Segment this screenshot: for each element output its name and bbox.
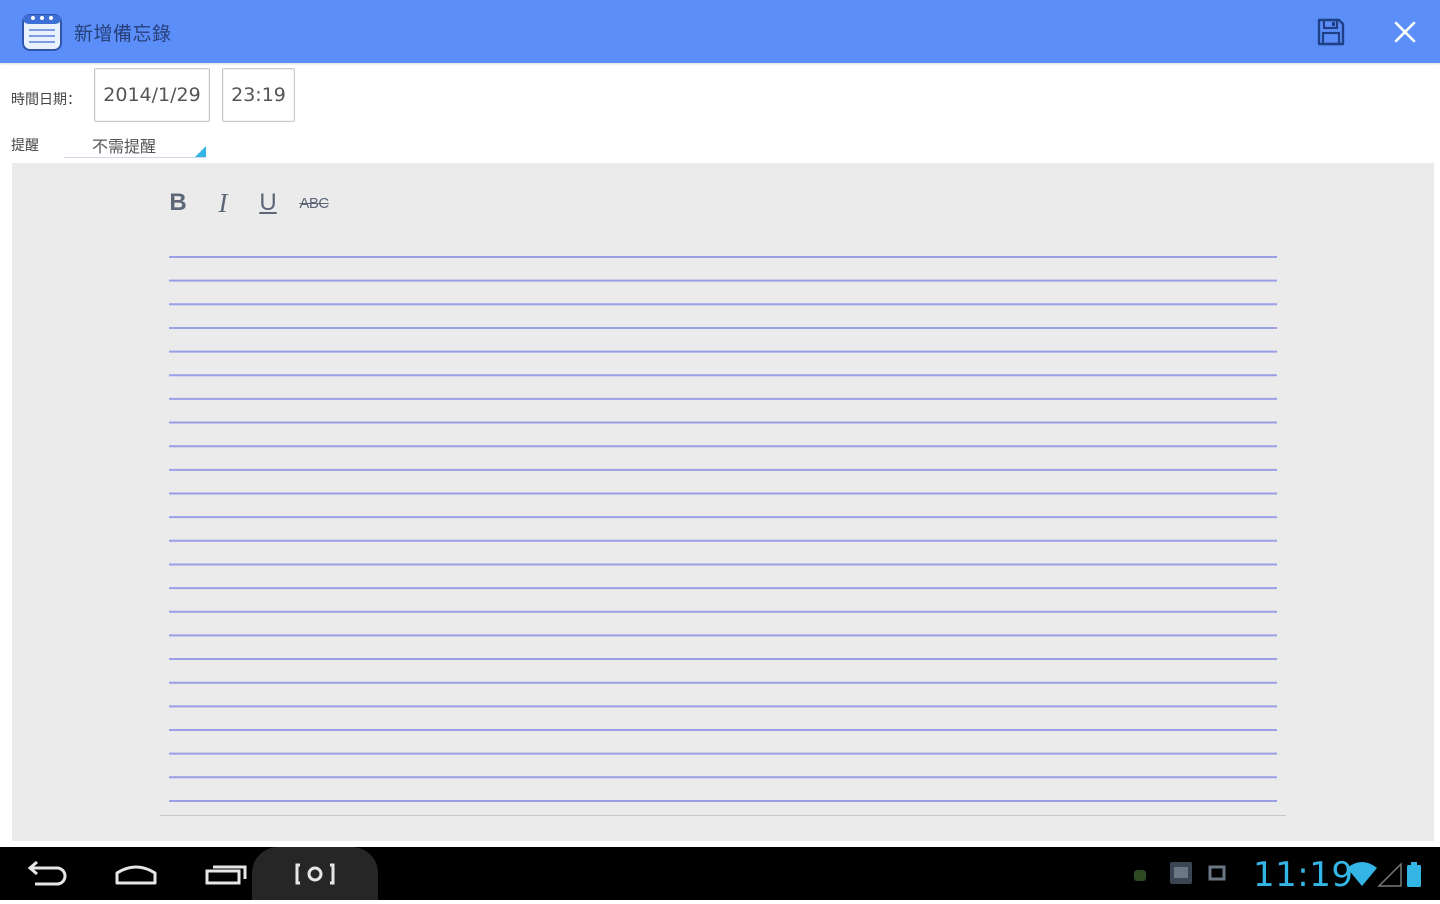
android-icon: [1134, 870, 1146, 881]
italic-button[interactable]: I: [208, 185, 238, 221]
ruled-lines: [169, 256, 1277, 802]
connectivity-icons: [1347, 862, 1421, 887]
time-value: 23:19: [231, 84, 286, 106]
screenshot-button[interactable]: [252, 847, 378, 900]
strikethrough-button[interactable]: ABC: [294, 185, 334, 221]
battery-icon: [1407, 862, 1421, 887]
date-picker-button[interactable]: 2014/1/29: [94, 68, 210, 122]
action-bar: 新增備忘錄: [0, 0, 1440, 63]
close-icon: [1394, 21, 1416, 43]
reminder-selected-value: 不需提醒: [92, 137, 157, 156]
signal-icon: [1377, 862, 1402, 887]
wifi-icon: [1347, 862, 1377, 886]
screenshot-icon: [295, 863, 335, 884]
save-button[interactable]: [1314, 15, 1348, 49]
recent-apps-icon: [205, 865, 247, 884]
reminder-spinner[interactable]: 不需提醒: [64, 128, 206, 158]
home-icon: [115, 865, 157, 884]
home-button[interactable]: [106, 847, 166, 900]
status-clock: 11:19: [1253, 855, 1354, 895]
notepad-icon: [22, 12, 62, 52]
photo-icon: [1170, 862, 1192, 884]
storage-icon: [1208, 865, 1226, 881]
close-button[interactable]: [1388, 15, 1422, 49]
status-icons: [1128, 847, 1252, 900]
bold-button[interactable]: B: [162, 185, 194, 221]
spinner-underline: [64, 157, 206, 158]
note-text-area[interactable]: [169, 254, 1277, 802]
editor-bottom-border: [160, 815, 1286, 816]
save-icon: [1317, 18, 1345, 46]
date-value: 2014/1/29: [103, 84, 201, 106]
editor-panel: B I U ABC: [12, 163, 1434, 841]
system-navigation-bar: [0, 847, 1440, 900]
underline-button[interactable]: U: [252, 185, 284, 221]
datetime-label: 時間日期：: [11, 92, 81, 108]
back-icon: [27, 860, 67, 885]
page-title: 新增備忘錄: [74, 23, 172, 45]
reminder-label: 提醒: [11, 138, 39, 154]
dropdown-arrow-icon: [195, 146, 206, 157]
recent-apps-button[interactable]: [196, 847, 256, 900]
time-picker-button[interactable]: 23:19: [222, 68, 295, 122]
back-button[interactable]: [18, 847, 74, 900]
